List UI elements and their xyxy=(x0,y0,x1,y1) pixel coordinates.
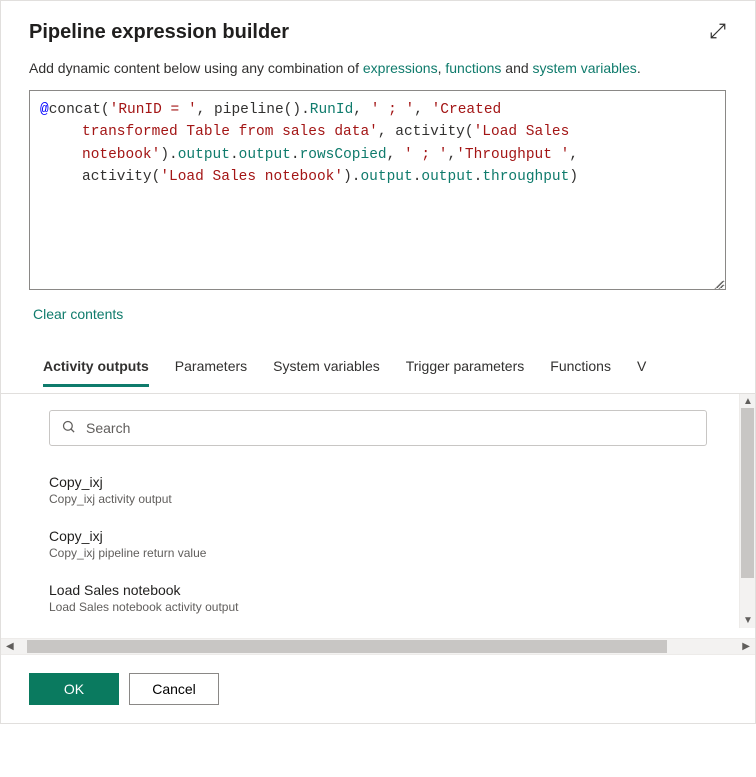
search-input[interactable] xyxy=(49,410,707,446)
scroll-right-icon[interactable]: ▶ xyxy=(742,641,750,652)
scroll-thumb[interactable] xyxy=(741,408,754,578)
vertical-scrollbar[interactable]: ▲ ▼ xyxy=(739,394,755,628)
dialog-footer: OK Cancel xyxy=(1,654,755,723)
list-item-desc: Load Sales notebook activity output xyxy=(49,600,707,614)
scroll-thumb[interactable] xyxy=(27,640,667,653)
clear-contents-link[interactable]: Clear contents xyxy=(33,306,123,322)
category-tabs: Activity outputs Parameters System varia… xyxy=(1,342,755,387)
expand-icon[interactable] xyxy=(709,22,727,43)
cancel-button[interactable]: Cancel xyxy=(129,673,219,705)
horizontal-scrollbar[interactable]: ◀ ▶ xyxy=(1,638,755,654)
system-variables-link[interactable]: system variables xyxy=(533,60,637,76)
dialog-header: Pipeline expression builder xyxy=(1,1,755,54)
tab-activity-outputs[interactable]: Activity outputs xyxy=(43,352,149,387)
list-item-desc: Copy_ixj pipeline return value xyxy=(49,546,707,560)
description-text: Add dynamic content below using any comb… xyxy=(1,54,755,90)
list-item-title: Copy_ixj xyxy=(49,528,707,544)
scroll-up-icon[interactable]: ▲ xyxy=(743,396,753,407)
tab-system-variables[interactable]: System variables xyxy=(273,352,380,387)
tab-parameters[interactable]: Parameters xyxy=(175,352,247,387)
tab-variables-partial[interactable]: V xyxy=(637,352,646,387)
resize-handle-icon[interactable] xyxy=(713,277,723,287)
list-item[interactable]: Copy_ixj Copy_ixj pipeline return value xyxy=(49,520,707,574)
functions-link[interactable]: functions xyxy=(445,60,501,76)
tab-functions[interactable]: Functions xyxy=(550,352,611,387)
tab-panel: Copy_ixj Copy_ixj activity output Copy_i… xyxy=(1,393,755,628)
list-item-desc: Copy_ixj activity output xyxy=(49,492,707,506)
scroll-left-icon[interactable]: ◀ xyxy=(6,641,14,652)
expression-builder-dialog: Pipeline expression builder Add dynamic … xyxy=(0,0,756,724)
list-item-title: Load Sales notebook xyxy=(49,582,707,598)
list-item[interactable]: Copy_ixj Copy_ixj activity output xyxy=(49,466,707,520)
ok-button[interactable]: OK xyxy=(29,673,119,705)
search-icon xyxy=(61,419,76,437)
list-item[interactable]: Load Sales notebook Load Sales notebook … xyxy=(49,574,707,628)
dialog-title: Pipeline expression builder xyxy=(29,21,289,44)
outputs-list: Copy_ixj Copy_ixj activity output Copy_i… xyxy=(49,466,707,628)
expression-editor[interactable]: @concat('RunID = ', pipeline().RunId, ' … xyxy=(29,90,726,290)
list-item-title: Copy_ixj xyxy=(49,474,707,490)
scroll-down-icon[interactable]: ▼ xyxy=(743,615,753,626)
tab-trigger-parameters[interactable]: Trigger parameters xyxy=(406,352,525,387)
expressions-link[interactable]: expressions xyxy=(363,60,438,76)
